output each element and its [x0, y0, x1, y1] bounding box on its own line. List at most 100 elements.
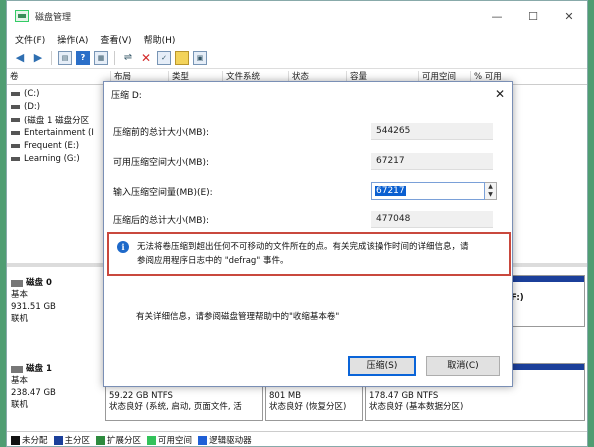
- defrag-warning: i 无法将卷压缩到超出任何不可移动的文件所在的点。有关完成该操作时间的详细信息，…: [107, 232, 511, 276]
- more-info-text: 有关详细信息，请参阅磁盘管理帮助中的"收缩基本卷": [136, 312, 340, 322]
- partition-size: 178.47 GB NTFS: [369, 391, 439, 401]
- help-icon[interactable]: ?: [76, 50, 90, 65]
- volume-icon: [11, 156, 20, 161]
- stepper-down-icon[interactable]: ▼: [485, 191, 496, 199]
- disk-type: 基本: [11, 376, 29, 386]
- toolbar-separator: [51, 50, 52, 65]
- legend-swatch: [198, 436, 208, 445]
- delete-icon[interactable]: ✕: [139, 51, 153, 65]
- total-after-row: 压缩后的总计大小(MB): 477048: [113, 210, 505, 228]
- disk-icon: [11, 279, 23, 287]
- volume-row[interactable]: Entertainment (I: [7, 126, 103, 139]
- volume-row[interactable]: (C:): [7, 87, 103, 100]
- volume-row[interactable]: (磁盘 1 磁盘分区: [7, 113, 103, 126]
- volume-name: (磁盘 1 磁盘分区: [24, 115, 90, 126]
- legend-item: 扩展分区: [96, 434, 141, 446]
- input-label: 输入压缩空间量(MB)(E):: [113, 187, 213, 198]
- shrink-amount-input[interactable]: 67217: [371, 182, 485, 200]
- disk0-partition-f[interactable]: F:): [507, 275, 585, 327]
- disk-name: 磁盘 0: [26, 278, 52, 288]
- legend-swatch: [147, 436, 157, 445]
- warning-line-1: 无法将卷压缩到超出任何不可移动的文件所在的点。有关完成该操作时间的详细信息，请: [137, 242, 469, 252]
- shrink-amount-value: 67217: [375, 186, 406, 196]
- disk-status: 联机: [11, 314, 29, 324]
- column-volume[interactable]: 卷: [7, 71, 111, 84]
- cancel-button[interactable]: 取消(C): [426, 356, 500, 376]
- menu-help[interactable]: 帮助(H): [144, 33, 176, 46]
- legend-item: 可用空间: [147, 434, 192, 446]
- window-title: 磁盘管理: [35, 12, 72, 23]
- toolbar: ◀ ▶ ▤ ? ▦ ⇌ ✕ ✓ ▣: [7, 47, 587, 69]
- volume-list: (C:) (D:) (磁盘 1 磁盘分区 Entertainment (I Fr…: [7, 87, 103, 165]
- volume-row[interactable]: (D:): [7, 100, 103, 113]
- volume-icon: [11, 91, 20, 96]
- volume-row[interactable]: Frequent (E:): [7, 139, 103, 152]
- disk-management-window: 磁盘管理 — ☐ ✕ 文件(F) 操作(A) 查看(V) 帮助(H) ◀ ▶ ▤…: [6, 0, 588, 447]
- available-row: 可用压缩空间大小(MB): 67217: [113, 152, 505, 170]
- list-view-icon[interactable]: ▦: [94, 50, 108, 65]
- disk-management-icon: [15, 10, 29, 22]
- legend-label: 可用空间: [158, 436, 193, 446]
- disk-status: 联机: [11, 400, 29, 410]
- partition-size: 801 MB: [269, 391, 302, 401]
- volume-icon: [11, 143, 20, 148]
- window-controls: — ☐ ✕: [479, 1, 587, 31]
- status-legend: 未分配 主分区 扩展分区 可用空间 逻辑驱动器: [7, 431, 587, 446]
- legend-swatch: [96, 436, 106, 445]
- back-arrow-icon[interactable]: ◀: [13, 51, 27, 65]
- check-icon[interactable]: ✓: [157, 50, 171, 65]
- legend-label: 主分区: [64, 436, 91, 446]
- info-icon: i: [117, 241, 129, 253]
- volume-name: Learning (G:): [24, 153, 80, 164]
- legend-swatch: [11, 436, 20, 445]
- partition-size: 59.22 GB NTFS: [109, 391, 173, 401]
- total-before-row: 压缩前的总计大小(MB): 544265: [113, 122, 505, 140]
- minimize-button[interactable]: —: [479, 1, 515, 31]
- stepper-up-icon[interactable]: ▲: [485, 183, 496, 191]
- maximize-button[interactable]: ☐: [515, 1, 551, 31]
- partition-status: 状态良好 (系统, 启动, 页面文件, 活: [109, 402, 242, 412]
- legend-label: 未分配: [22, 436, 48, 446]
- partition-label: F:): [511, 293, 524, 303]
- volume-name: (C:): [24, 88, 40, 99]
- properties-icon[interactable]: ▤: [58, 50, 72, 65]
- menu-action[interactable]: 操作(A): [57, 33, 88, 46]
- disk-size: 238.47 GB: [11, 388, 56, 398]
- disk-1-label[interactable]: 磁盘 1 基本 238.47 GB 联机: [11, 363, 103, 411]
- partition-strip: [508, 276, 584, 282]
- disk-name: 磁盘 1: [26, 364, 52, 374]
- shrink-dialog: 压缩 D: ✕ 压缩前的总计大小(MB): 544265 可用压缩空间大小(MB…: [103, 81, 513, 387]
- menu-view[interactable]: 查看(V): [100, 33, 131, 46]
- menu-bar: 文件(F) 操作(A) 查看(V) 帮助(H): [7, 31, 587, 47]
- disk-icon: [11, 365, 23, 373]
- close-button[interactable]: ✕: [551, 1, 587, 31]
- legend-swatch: [53, 436, 63, 445]
- disk-type: 基本: [11, 290, 29, 300]
- total-before-label: 压缩前的总计大小(MB):: [113, 127, 209, 138]
- settings-icon[interactable]: ▣: [193, 50, 207, 65]
- total-after-value: 477048: [371, 210, 493, 228]
- disk-size: 931.51 GB: [11, 302, 56, 312]
- dialog-close-icon[interactable]: ✕: [488, 87, 512, 101]
- volume-icon: [11, 130, 20, 135]
- folder-icon[interactable]: [175, 50, 189, 65]
- forward-arrow-icon[interactable]: ▶: [31, 51, 45, 65]
- available-label: 可用压缩空间大小(MB):: [113, 157, 209, 168]
- available-value: 67217: [371, 152, 493, 170]
- volume-name: Entertainment (I: [24, 127, 94, 138]
- stepper-buttons: ▲ ▼: [485, 182, 497, 200]
- legend-item: 未分配: [11, 434, 48, 446]
- volume-name: (D:): [24, 101, 41, 112]
- partition-status: 状态良好 (基本数据分区): [369, 402, 464, 412]
- dialog-title-bar: 压缩 D: ✕: [104, 82, 512, 106]
- disk-0-label[interactable]: 磁盘 0 基本 931.51 GB 联机: [11, 277, 103, 325]
- connect-icon[interactable]: ⇌: [121, 51, 135, 65]
- volume-icon: [11, 117, 20, 122]
- volume-name: Frequent (E:): [24, 140, 80, 151]
- warning-line-2: 参阅应用程序日志中的 "defrag" 事件。: [137, 256, 289, 266]
- legend-label: 扩展分区: [107, 436, 142, 446]
- volume-row[interactable]: Learning (G:): [7, 152, 103, 165]
- shrink-amount-stepper[interactable]: 67217 ▲ ▼: [371, 182, 497, 200]
- shrink-button[interactable]: 压缩(S): [348, 356, 416, 376]
- menu-file[interactable]: 文件(F): [15, 33, 45, 46]
